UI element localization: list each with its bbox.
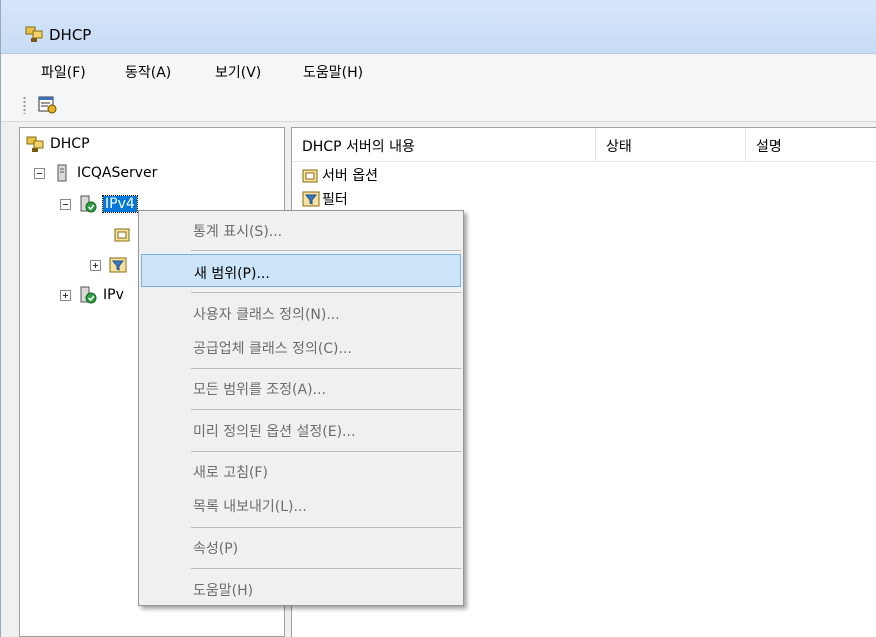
column-header-description[interactable]: 설명 (746, 128, 876, 162)
tree-node-server-options[interactable] (114, 222, 138, 246)
column-header-status[interactable]: 상태 (596, 128, 746, 162)
menu-item-reconcile-all-scopes[interactable]: 모든 범위를 조정(A)... (141, 371, 461, 404)
filter-icon (302, 190, 320, 208)
collapse-icon[interactable] (60, 198, 71, 210)
toolbar (1, 88, 876, 122)
menu-separator (191, 292, 461, 293)
menu-item-help[interactable]: 도움말(H) (141, 572, 461, 605)
menu-separator (191, 527, 461, 528)
expand-icon[interactable] (60, 289, 71, 301)
tree-node-dhcp[interactable]: DHCP (26, 132, 90, 156)
list-item[interactable]: 서버 옵션 (302, 164, 378, 186)
menu-separator (191, 409, 461, 410)
server-options-icon (302, 166, 320, 184)
menu-item-show-statistics[interactable]: 통계 표시(S)... (141, 213, 461, 246)
list-item-label: 필터 (322, 192, 348, 208)
ipv4-server-icon (79, 195, 97, 213)
tree-node-server[interactable]: ICQAServer (34, 161, 157, 185)
menu-item-set-predefined-options[interactable]: 미리 정의된 옵션 설정(E)... (141, 413, 461, 446)
dhcp-window: DHCP 파일(F) 동작(A) 보기(V) 도움말(H) DHCP ICQAS… (0, 0, 876, 637)
collapse-icon[interactable] (34, 167, 45, 179)
filter-icon (109, 256, 127, 274)
column-header-contents[interactable]: DHCP 서버의 내용 (292, 128, 596, 162)
menu-separator (191, 568, 461, 569)
menu-item-refresh[interactable]: 새로 고침(F) (141, 454, 461, 487)
tree-node-ipv4[interactable]: IPv4 (60, 192, 138, 216)
server-options-icon (114, 225, 132, 243)
menu-separator (191, 250, 461, 251)
list-item[interactable]: 필터 (302, 188, 348, 210)
expand-icon[interactable] (90, 259, 101, 271)
tree-label-dhcp: DHCP (50, 136, 90, 152)
list-header: DHCP 서버의 내용 상태 설명 (292, 128, 876, 162)
menu-item-define-vendor-classes[interactable]: 공급업체 클래스 정의(C)... (141, 330, 461, 363)
menu-separator (191, 451, 461, 452)
menu-action[interactable]: 동작(A) (125, 62, 171, 82)
window-title: DHCP (49, 26, 92, 44)
menu-file[interactable]: 파일(F) (41, 62, 86, 82)
toolbar-grip[interactable] (23, 96, 26, 114)
list-item-label: 서버 옵션 (322, 168, 378, 184)
menu-separator (191, 368, 461, 369)
tree-label-server: ICQAServer (77, 165, 158, 181)
menu-item-export-list[interactable]: 목록 내보내기(L)... (141, 488, 461, 521)
menu-bar: 파일(F) 동작(A) 보기(V) 도움말(H) (1, 54, 876, 88)
title-bar: DHCP (1, 0, 876, 54)
tree-node-filters[interactable] (90, 253, 133, 277)
tree-label-ipv4: IPv4 (102, 195, 138, 213)
context-menu: 통계 표시(S)... 새 범위(P)... 사용자 클래스 정의(N)... … (138, 210, 464, 606)
menu-view[interactable]: 보기(V) (215, 62, 261, 82)
menu-help[interactable]: 도움말(H) (303, 62, 363, 82)
server-icon (53, 164, 71, 182)
menu-item-define-user-classes[interactable]: 사용자 클래스 정의(N)... (141, 296, 461, 329)
tree-label-ipv6: IPv (103, 287, 124, 303)
tree-node-ipv6[interactable]: IPv (60, 283, 124, 307)
menu-item-properties[interactable]: 속성(P) (141, 530, 461, 563)
properties-icon[interactable] (37, 95, 59, 115)
dhcp-app-icon (25, 25, 43, 43)
ipv6-server-icon (79, 286, 97, 304)
dhcp-icon (26, 135, 44, 153)
menu-item-new-scope[interactable]: 새 범위(P)... (141, 254, 461, 287)
